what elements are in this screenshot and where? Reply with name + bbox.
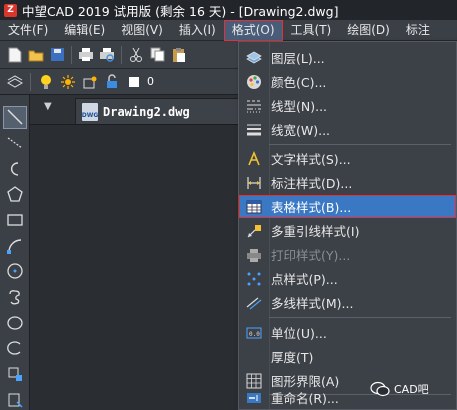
print-preview-icon[interactable] bbox=[98, 46, 116, 64]
lineweight-icon bbox=[245, 121, 263, 139]
unlock-icon[interactable] bbox=[103, 73, 121, 91]
line-tool-icon[interactable] bbox=[2, 106, 27, 129]
menu-draw[interactable]: 绘图(D) bbox=[339, 20, 398, 41]
menu-item-label: 颜色(C)... bbox=[271, 75, 327, 90]
menu-item-label: 文字样式(S)... bbox=[271, 152, 351, 167]
menu-item-label: 重命名(R)... bbox=[271, 391, 339, 406]
layer-color-swatch[interactable] bbox=[125, 73, 143, 91]
window-title: 中望CAD 2019 试用版 (剩余 16 天) - [Drawing2.dwg… bbox=[22, 3, 339, 19]
format-menu-dropdown: 图层(L)... 颜色(C)... 线型(N)... 线宽(W)... 文字样式… bbox=[238, 41, 457, 410]
layer-name: 0 bbox=[147, 75, 154, 88]
menu-item-label: 单位(U)... bbox=[271, 326, 327, 341]
menu-item-text-style[interactable]: 文字样式(S)... bbox=[239, 147, 456, 170]
rename-icon bbox=[245, 389, 263, 407]
insert-block-icon[interactable] bbox=[4, 364, 26, 385]
units-icon: 0.0 bbox=[245, 324, 263, 342]
save-icon[interactable] bbox=[48, 46, 66, 64]
menu-item-plot-style: 打印样式(Y)... bbox=[239, 243, 456, 266]
menu-item-label: 线宽(W)... bbox=[271, 123, 331, 138]
menu-item-label: 打印样式(Y)... bbox=[271, 248, 351, 263]
menu-item-multiline-style[interactable]: 多线样式(M)... bbox=[239, 291, 456, 314]
menu-file[interactable]: 文件(F) bbox=[0, 20, 56, 41]
wechat-icon bbox=[370, 381, 390, 397]
open-folder-icon[interactable] bbox=[27, 46, 45, 64]
tab-list-arrow-icon[interactable]: ▼ bbox=[44, 101, 52, 112]
dimension-style-icon bbox=[245, 174, 263, 192]
polygon-icon[interactable] bbox=[4, 184, 26, 205]
menu-dimension[interactable]: 标注 bbox=[398, 20, 438, 41]
watermark-text: CAD吧 bbox=[394, 383, 429, 396]
menu-item-label: 多线样式(M)... bbox=[271, 296, 354, 311]
rectangle-icon[interactable] bbox=[4, 210, 26, 231]
menu-item-linetype[interactable]: 线型(N)... bbox=[239, 94, 456, 117]
draw-toolbar bbox=[0, 95, 30, 410]
ellipse-icon[interactable] bbox=[4, 312, 26, 333]
menu-item-label: 标注样式(D)... bbox=[271, 176, 353, 191]
menu-item-label: 图层(L)... bbox=[271, 51, 325, 66]
make-block-icon[interactable] bbox=[4, 389, 26, 410]
toolbar-separator bbox=[71, 45, 72, 64]
toolbar-separator bbox=[30, 72, 31, 91]
watermark: CAD吧 bbox=[370, 381, 429, 397]
menu-view[interactable]: 视图(V) bbox=[113, 20, 171, 41]
tab-label: Drawing2.dwg bbox=[103, 104, 190, 119]
menu-item-label: 厚度(T) bbox=[271, 350, 314, 365]
menu-format[interactable]: 格式(O) bbox=[223, 19, 283, 41]
layer-manager-icon[interactable] bbox=[6, 73, 24, 91]
paste-icon[interactable] bbox=[169, 46, 187, 64]
viewport-freeze-icon[interactable] bbox=[81, 73, 99, 91]
dwg-file-icon: DWG bbox=[82, 102, 98, 121]
app-logo-icon: Z bbox=[4, 3, 17, 17]
menu-item-label: 点样式(P)... bbox=[271, 272, 338, 287]
menu-tools[interactable]: 工具(T) bbox=[283, 20, 340, 41]
print-icon[interactable] bbox=[77, 46, 95, 64]
color-palette-icon bbox=[245, 73, 263, 91]
menu-separator bbox=[269, 317, 451, 318]
tab-drawing2[interactable]: DWG Drawing2.dwg bbox=[75, 98, 245, 124]
menu-item-units[interactable]: 0.0 单位(U)... bbox=[239, 321, 456, 344]
menu-bar: 文件(F) 编辑(E) 视图(V) 插入(I) 格式(O) 工具(T) 绘图(D… bbox=[0, 19, 457, 41]
multileader-style-icon bbox=[245, 222, 263, 240]
menu-insert[interactable]: 插入(I) bbox=[171, 20, 224, 41]
revision-cloud-icon[interactable] bbox=[4, 287, 26, 308]
menu-edit[interactable]: 编辑(E) bbox=[56, 20, 113, 41]
menu-item-layer[interactable]: 图层(L)... bbox=[239, 46, 456, 69]
sun-freeze-icon[interactable] bbox=[59, 73, 77, 91]
polyline-icon[interactable] bbox=[4, 158, 26, 179]
menu-item-point-style[interactable]: 点样式(P)... bbox=[239, 267, 456, 290]
copy-icon[interactable] bbox=[148, 46, 166, 64]
cut-icon[interactable] bbox=[127, 46, 145, 64]
menu-item-lineweight[interactable]: 线宽(W)... bbox=[239, 118, 456, 141]
menu-item-label: 线型(N)... bbox=[271, 99, 328, 114]
menu-item-label: 表格样式(B)... bbox=[271, 200, 352, 215]
new-file-icon[interactable] bbox=[6, 46, 24, 64]
arc-icon[interactable] bbox=[4, 235, 26, 256]
menu-item-dimension-style[interactable]: 标注样式(D)... bbox=[239, 171, 456, 194]
menu-item-color[interactable]: 颜色(C)... bbox=[239, 70, 456, 93]
linetype-icon bbox=[245, 97, 263, 115]
title-bar: Z 中望CAD 2019 试用版 (剩余 16 天) - [Drawing2.d… bbox=[0, 0, 457, 20]
construction-line-icon[interactable] bbox=[4, 133, 26, 154]
point-style-icon bbox=[245, 270, 263, 288]
text-style-icon bbox=[245, 150, 263, 168]
menu-item-thickness[interactable]: 厚度(T) bbox=[239, 345, 456, 368]
toolbar-separator bbox=[121, 45, 122, 64]
menu-separator bbox=[269, 144, 451, 145]
lightbulb-icon[interactable] bbox=[37, 73, 55, 91]
circle-icon[interactable] bbox=[4, 261, 26, 282]
menu-item-label: 多重引线样式(I) bbox=[271, 224, 360, 239]
svg-text:0.0: 0.0 bbox=[249, 331, 260, 338]
menu-item-table-style[interactable]: 表格样式(B)... bbox=[239, 195, 456, 218]
table-style-icon bbox=[245, 198, 263, 216]
menu-item-multileader-style[interactable]: 多重引线样式(I) bbox=[239, 219, 456, 242]
elliptical-arc-icon[interactable] bbox=[4, 338, 26, 359]
multiline-style-icon bbox=[245, 294, 263, 312]
plot-style-icon bbox=[245, 246, 263, 264]
layer-stack-icon bbox=[245, 49, 263, 67]
